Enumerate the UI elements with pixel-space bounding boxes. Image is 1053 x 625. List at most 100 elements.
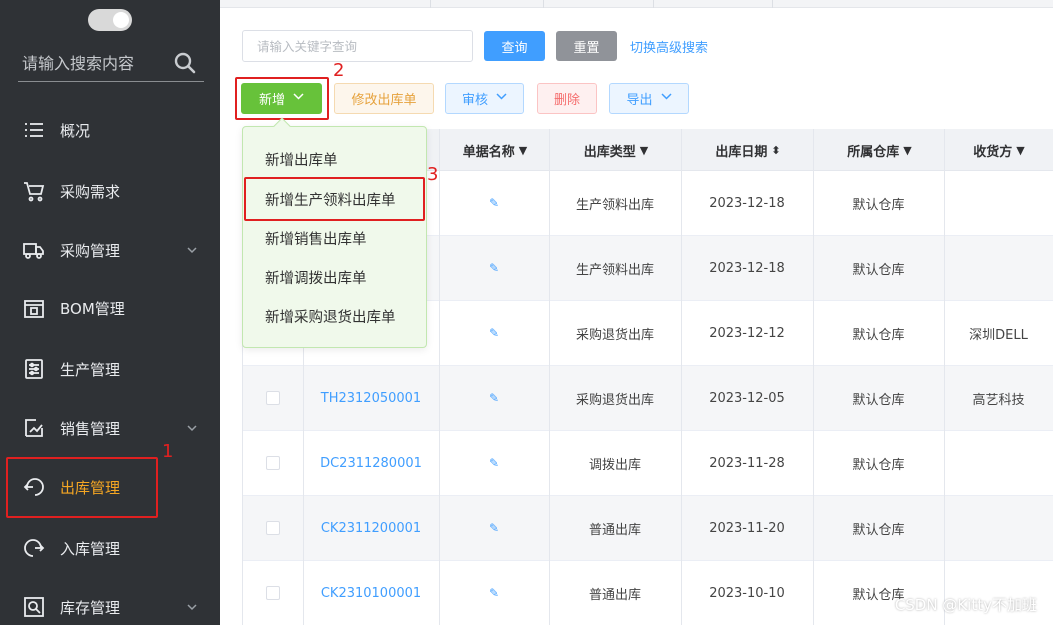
column-divider [681,129,682,625]
reset-button[interactable]: 重置 [556,31,617,61]
sidebar-item-inbound[interactable]: 入库管理 [0,525,220,571]
chevron-down-icon [496,93,507,104]
edit-icon[interactable]: ✎ [489,196,499,210]
sidebar-item-purchase-mgmt[interactable]: 采购管理 [0,227,220,273]
table-cell: ✎ [439,301,549,365]
warehouse-cell: 默认仓库 [852,262,905,278]
header-label: 单据名称 [462,144,515,160]
search-button[interactable]: 查询 [484,31,545,61]
edit-icon[interactable]: ✎ [489,326,499,340]
sidebar-item-label: 概况 [60,122,91,140]
collapse-toggle[interactable] [88,9,132,31]
doc-code-link[interactable]: CK2310100001 [303,561,439,625]
outbound-type-cell: 调拨出库 [588,457,641,473]
warehouse-cell: 默认仓库 [852,457,905,473]
tab-divider [653,0,654,8]
menu-item-new-sales-outbound[interactable]: 新增销售出库单 [265,228,367,249]
search-icon[interactable] [174,52,196,78]
menu-item-new-purchase-return[interactable]: 新增采购退货出库单 [265,306,396,327]
sidebar-item-label: 生产管理 [60,361,121,379]
sidebar-item-production[interactable]: 生产管理 [0,346,220,392]
annotation-number-1: 1 [162,441,174,462]
sidebar-search-input[interactable] [18,48,168,78]
receiver-cell [944,561,1053,625]
sidebar-item-label: 采购管理 [60,242,121,260]
row-checkbox[interactable] [265,456,280,470]
filter-icon[interactable]: ▼ [1016,144,1024,157]
table-row[interactable]: DC2311280001 ✎ 调拨出库 2023-11-28 默认仓库 [242,431,1053,496]
outbound-date-cell: 2023-11-20 [709,520,785,536]
table-cell: ✎ [439,496,549,560]
column-header-type[interactable]: 出库类型 ▼ [550,129,682,171]
table-cell: ✎ [439,561,549,625]
chevron-down-icon [186,599,198,617]
sort-icon[interactable]: ⬍ [771,144,780,157]
sidebar-item-label: 入库管理 [60,540,121,558]
row-checkbox[interactable] [265,521,280,535]
inventory-icon [22,595,46,619]
table-cell [242,496,303,560]
edit-icon[interactable]: ✎ [489,261,499,275]
doc-code-link[interactable]: TH2312050001 [303,366,439,430]
sliders-icon [22,357,46,381]
sidebar-item-purchase-demand[interactable]: 采购需求 [0,168,220,214]
edit-icon[interactable]: ✎ [489,586,499,600]
sidebar-item-label: BOM管理 [60,300,125,318]
edit-icon[interactable]: ✎ [489,521,499,535]
filter-icon[interactable]: ▼ [519,144,527,157]
column-header-doc-name[interactable]: 单据名称 ▼ [440,129,550,171]
table-row[interactable]: CK2310100001 ✎ 普通出库 2023-10-10 默认仓库 [242,561,1053,625]
header-label: 所属仓库 [847,144,900,160]
sidebar-item-overview[interactable]: 概况 [0,107,220,153]
table-cell [242,366,303,430]
warehouse-cell: 默认仓库 [852,522,905,538]
menu-item-new-transfer-outbound[interactable]: 新增调拨出库单 [265,267,367,288]
table-cell: ✎ [439,431,549,495]
table-row[interactable]: CK2311200001 ✎ 普通出库 2023-11-20 默认仓库 [242,496,1053,561]
doc-code-link[interactable]: DC2311280001 [303,431,439,495]
sidebar-item-label: 库存管理 [60,599,121,617]
column-divider [813,129,814,625]
sales-icon [22,416,46,440]
keyword-search-input[interactable] [242,30,473,62]
menu-item-new-outbound[interactable]: 新增出库单 [265,149,338,170]
edit-icon[interactable]: ✎ [489,391,499,405]
column-header-date[interactable]: 出库日期 ⬍ [682,129,814,171]
sidebar-item-label: 采购需求 [60,183,121,201]
receiver-cell [944,431,1053,495]
audit-button[interactable]: 审核 [445,83,524,114]
delete-button[interactable]: 删除 [537,83,597,114]
column-header-warehouse[interactable]: 所属仓库 ▼ [814,129,945,171]
column-header-receiver[interactable]: 收货方 ▼ [945,129,1053,171]
table-cell: ✎ [439,236,549,300]
edit-icon[interactable]: ✎ [489,456,499,470]
sidebar-item-inventory[interactable]: 库存管理 [0,584,220,625]
outbound-date-cell: 2023-11-28 [709,455,785,471]
export-button-label: 导出 [626,93,653,108]
receiver-cell [944,496,1053,560]
tab-divider [430,0,431,8]
filter-icon[interactable]: ▼ [640,144,648,157]
export-button[interactable]: 导出 [609,83,689,114]
chevron-down-icon [660,93,672,104]
tab-strip [220,0,1053,8]
sidebar-search [18,48,204,82]
outbound-type-cell: 采购退货出库 [575,327,654,343]
header-label: 出库类型 [583,144,636,160]
inbound-icon [22,536,46,560]
edit-outbound-button[interactable]: 修改出库单 [334,83,434,114]
sidebar-item-bom[interactable]: BOM管理 [0,285,220,331]
column-divider [549,129,550,625]
table-row[interactable]: TH2312050001 ✎ 采购退货出库 2023-12-05 默认仓库 高艺科技 [242,366,1053,431]
outbound-date-cell: 2023-12-18 [709,195,785,211]
filter-icon[interactable]: ▼ [903,144,911,157]
tab-divider [543,0,544,8]
bom-icon [22,296,46,320]
advanced-search-link[interactable]: 切换高级搜索 [630,37,708,56]
table-cell: ✎ [439,171,549,235]
doc-code-link[interactable]: CK2311200001 [303,496,439,560]
sidebar-item-sales[interactable]: 销售管理 [0,405,220,451]
row-checkbox[interactable] [265,586,280,600]
warehouse-cell: 默认仓库 [852,392,905,408]
row-checkbox[interactable] [265,391,280,405]
